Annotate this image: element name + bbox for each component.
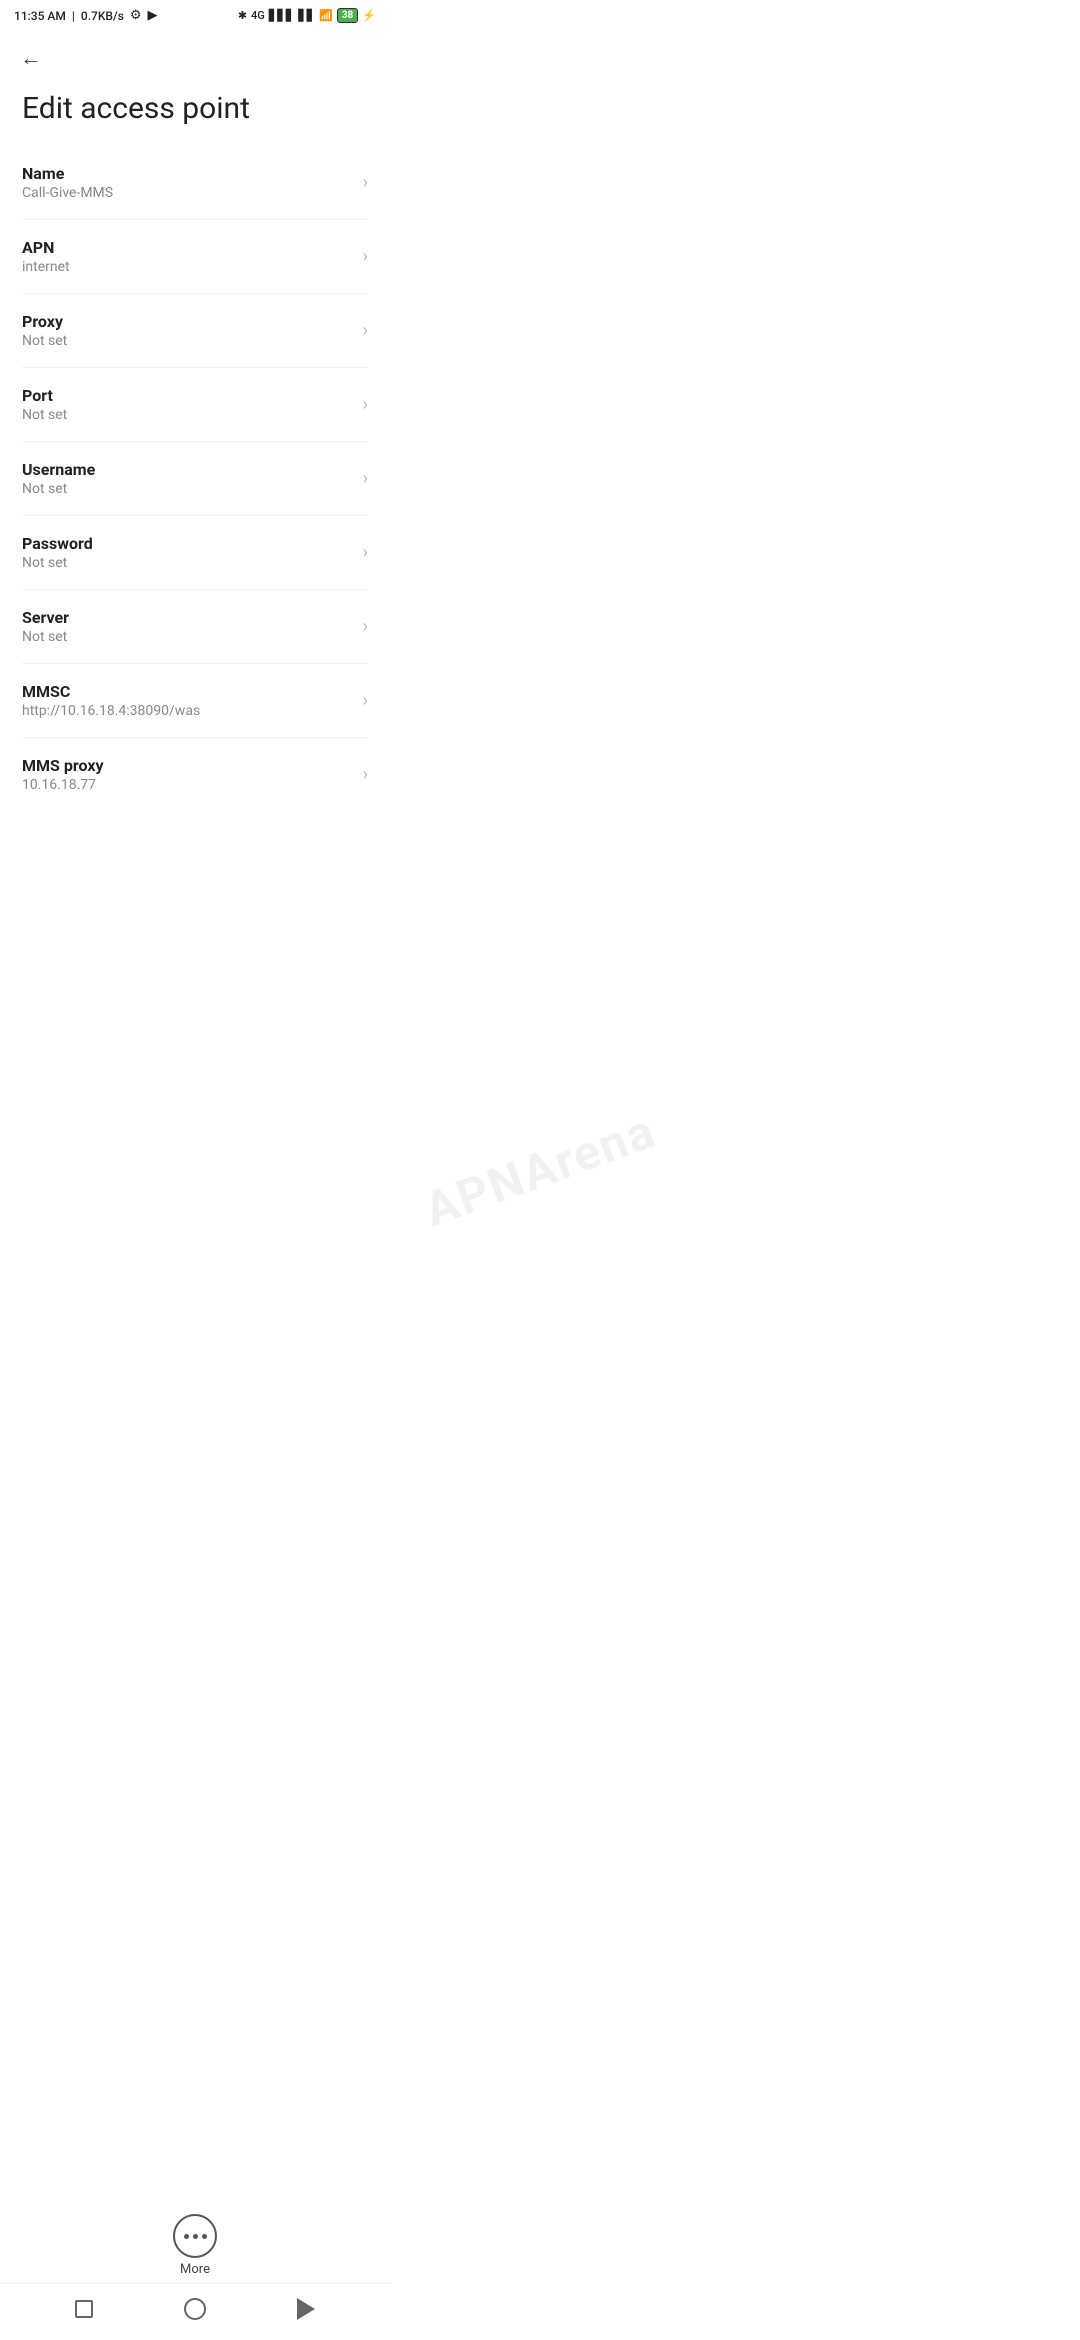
- settings-item-username[interactable]: Username Not set ›: [22, 442, 368, 516]
- dot3: [202, 2234, 207, 2239]
- nav-home-button[interactable]: [164, 2292, 226, 2326]
- settings-item-label-0: Name: [22, 164, 355, 183]
- settings-item-password[interactable]: Password Not set ›: [22, 516, 368, 590]
- chevron-right-icon-5: ›: [363, 542, 368, 563]
- settings-item-label-4: Username: [22, 460, 355, 479]
- recents-icon: [75, 2300, 93, 2318]
- settings-item-content-7: MMSC http://10.16.18.4:38090/was: [22, 682, 355, 719]
- settings-item-label-5: Password: [22, 534, 355, 553]
- back-button[interactable]: ←: [16, 41, 46, 75]
- status-left: 11:35 AM | 0.7KB/s ⚙ ▶: [14, 8, 158, 23]
- settings-item-value-1: internet: [22, 259, 355, 275]
- settings-item-content-5: Password Not set: [22, 534, 355, 571]
- settings-item-mmsc[interactable]: MMSC http://10.16.18.4:38090/was ›: [22, 664, 368, 738]
- signal-4g-icon: 4G: [251, 9, 265, 22]
- more-button[interactable]: More: [173, 2204, 217, 2283]
- settings-item-label-1: APN: [22, 238, 355, 257]
- settings-item-value-5: Not set: [22, 555, 355, 571]
- more-dots-icon: [184, 2234, 207, 2239]
- battery-indicator: 38: [337, 8, 358, 23]
- status-right: ✱ 4G ▋▋▋ ▋▋ 📶 38 ⚡: [238, 8, 376, 23]
- nav-recents-button[interactable]: [55, 2294, 113, 2324]
- watermark: APNArena: [417, 1102, 663, 1238]
- settings-item-label-3: Port: [22, 386, 355, 405]
- wifi-icon: 📶: [319, 9, 333, 22]
- network-speed-value: 0.7KB/s: [81, 9, 124, 23]
- settings-item-label-6: Server: [22, 608, 355, 627]
- status-bar: 11:35 AM | 0.7KB/s ⚙ ▶ ✱ 4G ▋▋▋ ▋▋ 📶 38 …: [0, 0, 390, 29]
- chevron-right-icon-0: ›: [363, 172, 368, 193]
- chevron-right-icon-4: ›: [363, 468, 368, 489]
- camera-icon: ▶: [148, 8, 158, 23]
- settings-item-value-3: Not set: [22, 407, 355, 423]
- home-icon: [184, 2298, 206, 2320]
- settings-item-value-7: http://10.16.18.4:38090/was: [22, 703, 355, 719]
- settings-item-label-8: MMS proxy: [22, 756, 355, 775]
- settings-item-mms-proxy[interactable]: MMS proxy 10.16.18.77 ›: [22, 738, 368, 811]
- settings-item-server[interactable]: Server Not set ›: [22, 590, 368, 664]
- chevron-right-icon-8: ›: [363, 764, 368, 785]
- back-bar: ←: [0, 29, 390, 81]
- navigation-bar: [0, 2283, 390, 2330]
- chevron-right-icon-1: ›: [363, 246, 368, 267]
- back-arrow-icon: ←: [20, 45, 42, 71]
- dot1: [184, 2234, 189, 2239]
- settings-item-label-7: MMSC: [22, 682, 355, 701]
- settings-item-content-2: Proxy Not set: [22, 312, 355, 349]
- time-display: 11:35 AM: [14, 9, 66, 23]
- settings-item-proxy[interactable]: Proxy Not set ›: [22, 294, 368, 368]
- chevron-right-icon-6: ›: [363, 616, 368, 637]
- chevron-right-icon-3: ›: [363, 394, 368, 415]
- settings-item-value-8: 10.16.18.77: [22, 777, 355, 793]
- settings-item-value-6: Not set: [22, 629, 355, 645]
- settings-item-port[interactable]: Port Not set ›: [22, 368, 368, 442]
- bottom-bar: More: [0, 2204, 390, 2340]
- back-icon: [297, 2298, 315, 2320]
- battery-percent: 38: [342, 10, 353, 21]
- settings-item-value-0: Call-Give-MMS: [22, 185, 355, 201]
- settings-item-name[interactable]: Name Call-Give-MMS ›: [22, 146, 368, 220]
- charging-icon: ⚡: [362, 9, 376, 22]
- page-title: Edit access point: [0, 81, 390, 146]
- signal-bars-icon: ▋▋▋: [269, 9, 294, 22]
- settings-item-label-2: Proxy: [22, 312, 355, 331]
- chevron-right-icon-2: ›: [363, 320, 368, 341]
- settings-item-apn[interactable]: APN internet ›: [22, 220, 368, 294]
- chevron-right-icon-7: ›: [363, 690, 368, 711]
- nav-back-button[interactable]: [277, 2292, 335, 2326]
- more-icon: [173, 2214, 217, 2258]
- settings-item-value-4: Not set: [22, 481, 355, 497]
- network-speed: |: [72, 9, 75, 23]
- more-label: More: [180, 2262, 210, 2277]
- dot2: [193, 2234, 198, 2239]
- settings-item-content-6: Server Not set: [22, 608, 355, 645]
- settings-item-content-0: Name Call-Give-MMS: [22, 164, 355, 201]
- bluetooth-icon: ✱: [238, 9, 247, 22]
- settings-list: Name Call-Give-MMS › APN internet › Proxy Not s…: [0, 146, 390, 811]
- settings-item-content-1: APN internet: [22, 238, 355, 275]
- settings-item-content-4: Username Not set: [22, 460, 355, 497]
- settings-item-content-8: MMS proxy 10.16.18.77: [22, 756, 355, 793]
- settings-item-value-2: Not set: [22, 333, 355, 349]
- settings-item-content-3: Port Not set: [22, 386, 355, 423]
- signal-bars2-icon: ▋▋: [298, 9, 315, 22]
- gear-icon: ⚙: [130, 8, 142, 23]
